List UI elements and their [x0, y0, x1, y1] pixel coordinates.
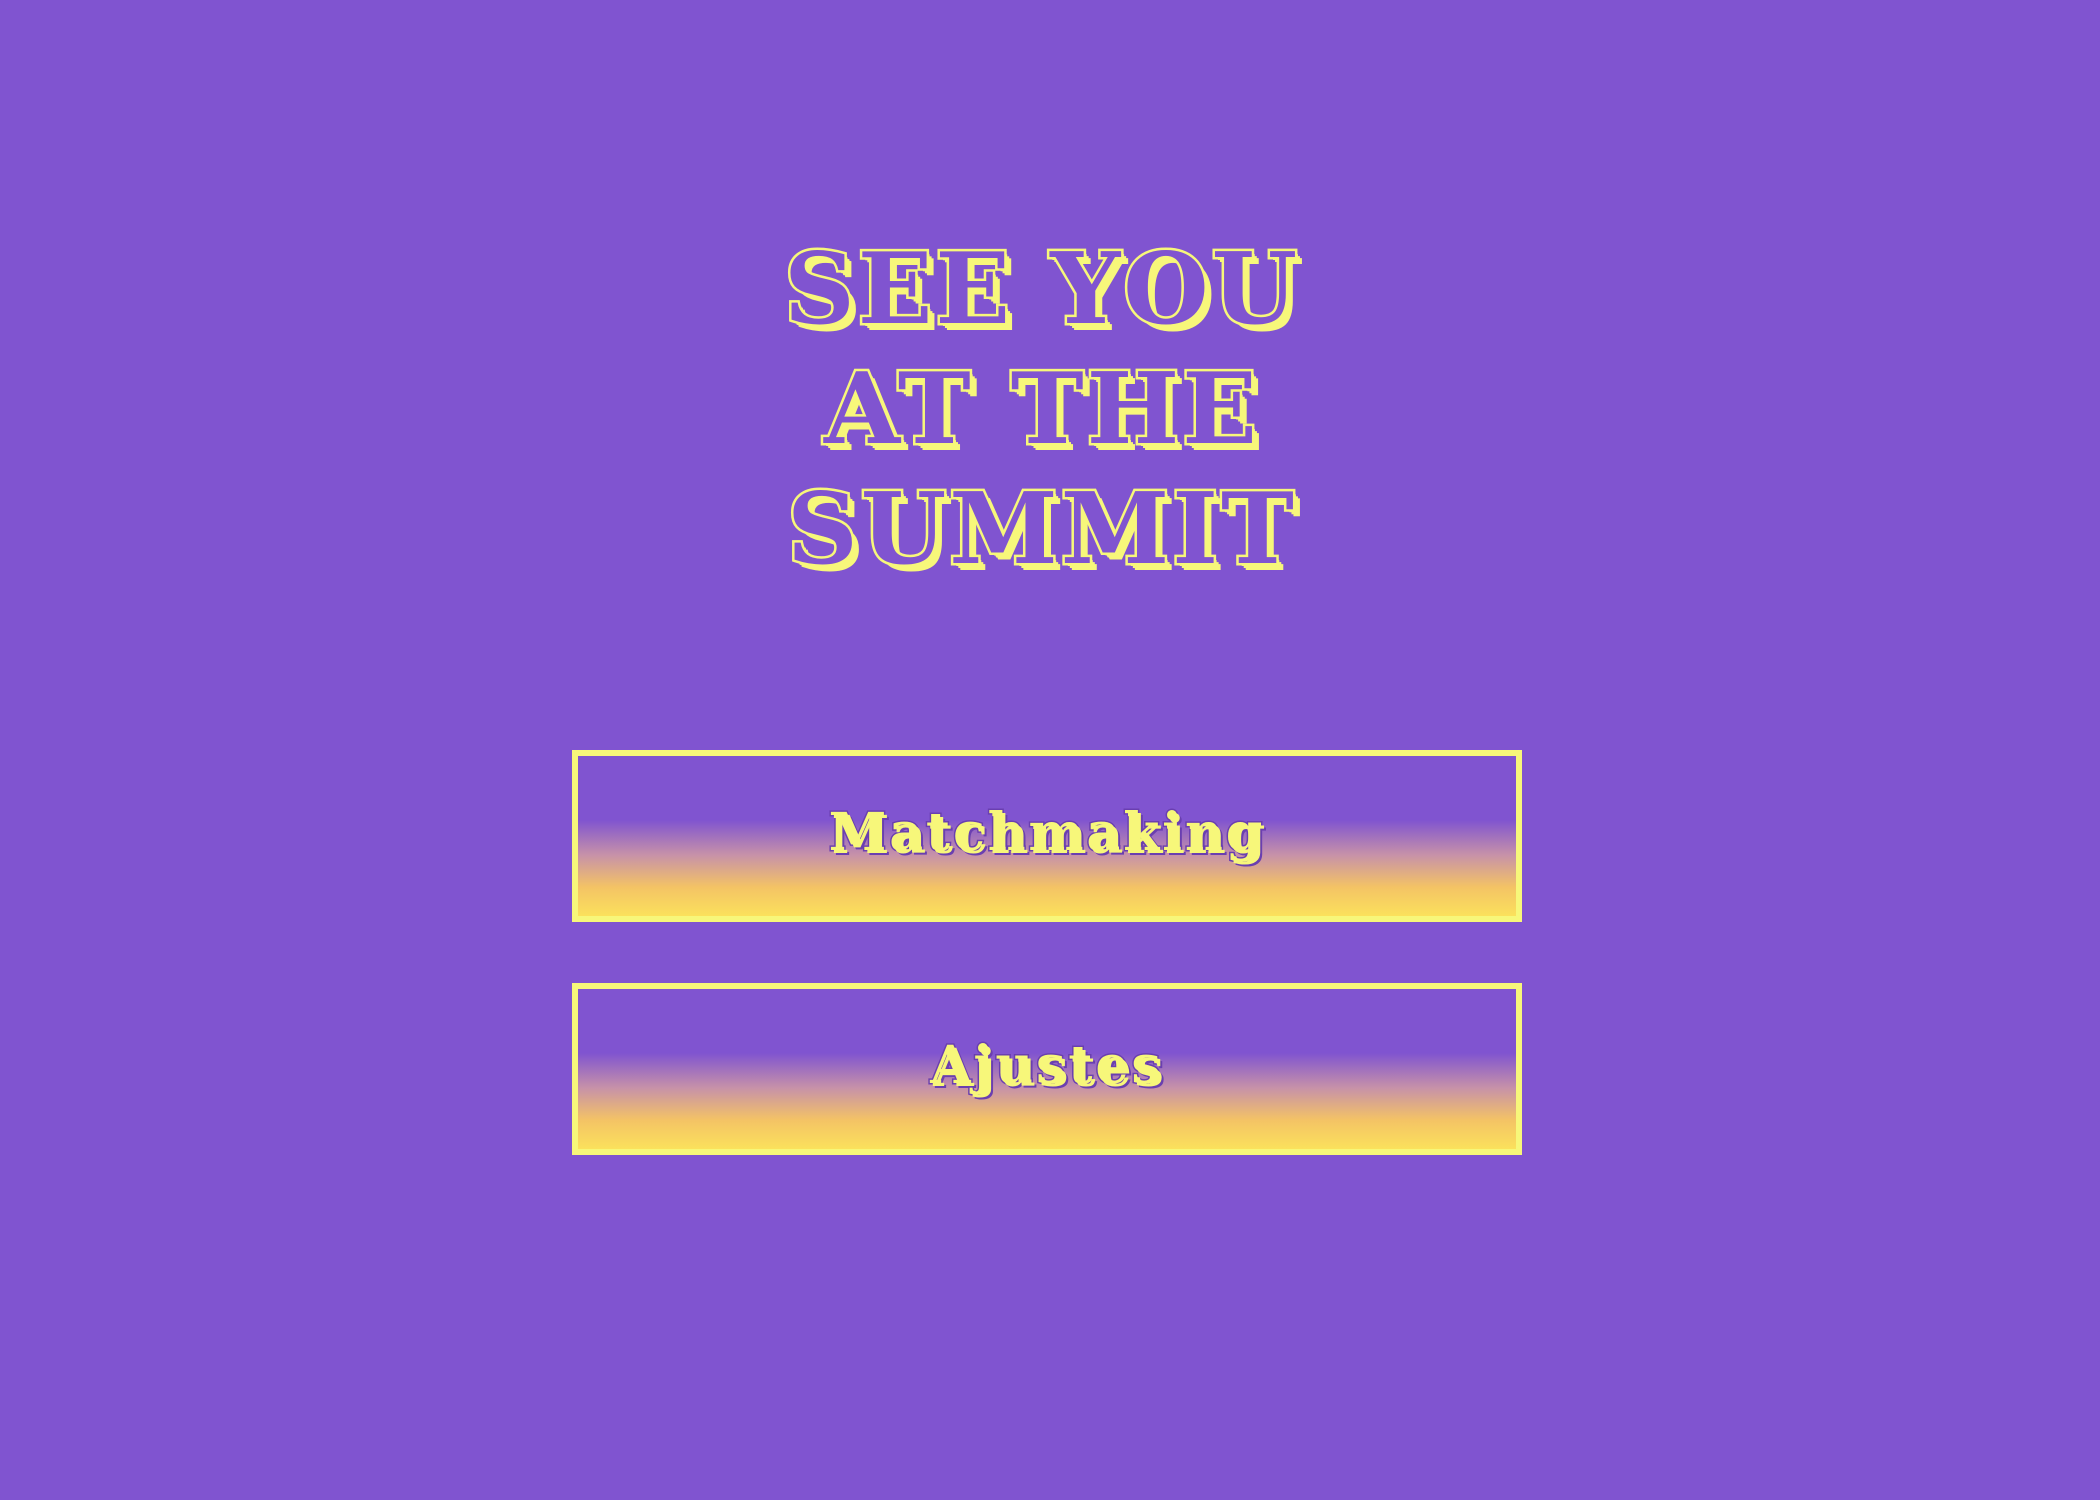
matchmaking-button[interactable]: Matchmaking — [572, 750, 1522, 922]
matchmaking-button-label: Matchmaking — [827, 800, 1266, 864]
settings-button[interactable]: Ajustes — [572, 983, 1522, 1155]
game-title-line-3: SUMMIT — [785, 470, 1297, 590]
settings-button-label: Ajustes — [929, 1033, 1164, 1097]
game-title-line-2: AT THE — [822, 350, 1260, 470]
game-title-line-1: SEE YOU — [781, 230, 1301, 350]
game-title: SEE YOU AT THE SUMMIT — [0, 230, 2084, 590]
